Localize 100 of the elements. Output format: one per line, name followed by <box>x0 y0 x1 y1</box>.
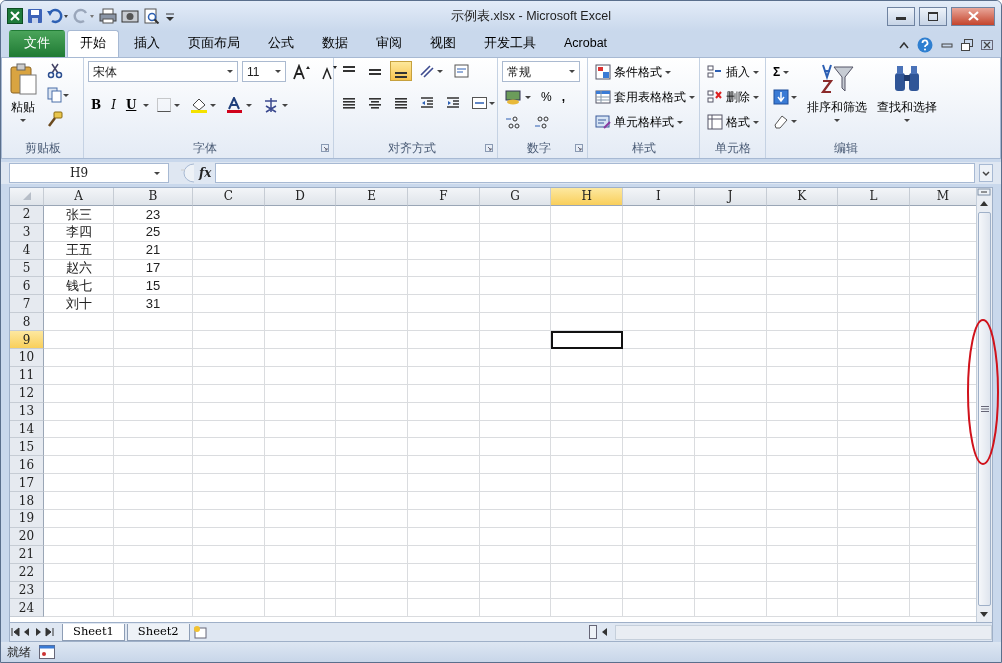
cells-menu-button[interactable]: 删除 <box>704 86 762 108</box>
column-header[interactable]: K <box>766 188 839 206</box>
ribbon-tab[interactable]: 数据 <box>309 30 361 57</box>
print-preview-icon[interactable] <box>143 8 161 24</box>
style-menu-button[interactable]: 单元格样式 <box>592 111 698 133</box>
restore-workbook-icon[interactable] <box>961 39 973 51</box>
decrease-indent-icon[interactable] <box>419 95 435 111</box>
increase-indent-icon[interactable] <box>445 95 461 111</box>
column-header[interactable]: C <box>193 188 265 206</box>
fill-color-icon[interactable] <box>190 97 217 113</box>
copy-icon[interactable] <box>47 87 69 103</box>
expand-formula-bar-icon[interactable] <box>979 164 993 182</box>
cells-menu-button[interactable]: 格式 <box>704 111 762 133</box>
shrink-font-icon[interactable] <box>321 63 337 80</box>
style-menu-button[interactable]: 条件格式 <box>592 61 698 83</box>
bold-button[interactable]: B <box>88 94 105 116</box>
minimize-workbook-icon[interactable] <box>941 40 953 50</box>
increase-decimal-icon[interactable] <box>505 114 523 130</box>
ribbon-tab[interactable]: Acrobat <box>551 30 621 57</box>
ribbon-tab[interactable]: 插入 <box>121 30 173 57</box>
row-header[interactable]: 24 <box>10 599 44 618</box>
active-cell[interactable] <box>551 331 624 349</box>
minimize-button[interactable] <box>887 6 915 26</box>
excel-logo-icon[interactable] <box>7 8 23 24</box>
ribbon-tab[interactable]: 公式 <box>255 30 307 57</box>
column-header[interactable]: H <box>551 188 624 206</box>
row-header[interactable]: 16 <box>10 456 44 475</box>
grow-font-icon[interactable] <box>293 63 311 80</box>
column-header[interactable]: F <box>408 188 480 206</box>
row-header[interactable]: 18 <box>10 492 44 511</box>
column-header[interactable]: D <box>264 188 337 206</box>
printer-icon[interactable] <box>99 8 117 24</box>
column-header[interactable]: I <box>623 188 695 206</box>
autosum-button[interactable]: Σ <box>770 61 800 83</box>
find-select-button[interactable]: 查找和选择 <box>874 61 940 138</box>
italic-button[interactable]: I <box>108 94 119 116</box>
column-header[interactable]: L <box>838 188 910 206</box>
formula-input[interactable] <box>215 163 975 183</box>
dialog-launcher-icon[interactable] <box>321 144 329 152</box>
align-right-icon[interactable] <box>393 95 409 111</box>
comma-button[interactable]: , <box>558 86 568 108</box>
name-box[interactable]: H9 <box>9 163 169 183</box>
paste-button[interactable]: 粘贴 <box>6 61 40 138</box>
insert-function-button[interactable]: fx <box>199 164 212 182</box>
column-header[interactable]: B <box>114 188 193 206</box>
phonetic-guide-icon[interactable] <box>262 96 289 114</box>
row-header[interactable]: 9 <box>10 331 44 349</box>
font-name-dropdown[interactable]: 宋体 <box>88 61 238 82</box>
collapse-ribbon-icon[interactable] <box>899 41 909 49</box>
number-format-dropdown[interactable]: 常规 <box>502 61 580 82</box>
text-orientation-icon[interactable] <box>419 63 443 79</box>
sheet-tab[interactable]: Sheet2 <box>126 623 190 641</box>
font-color-icon[interactable] <box>226 97 253 113</box>
dialog-launcher-icon[interactable] <box>575 144 583 152</box>
undo-icon[interactable] <box>47 8 69 24</box>
style-menu-button[interactable]: 套用表格格式 <box>592 86 698 108</box>
maximize-button[interactable] <box>919 6 947 26</box>
row-header[interactable]: 8 <box>10 313 44 332</box>
ribbon-tab[interactable]: 审阅 <box>363 30 415 57</box>
column-header[interactable]: J <box>694 188 767 206</box>
file-tab[interactable]: 文件 <box>9 30 65 57</box>
percent-button[interactable]: % <box>538 86 555 108</box>
merge-cells-icon[interactable] <box>471 95 495 111</box>
row-header[interactable]: 19 <box>10 510 44 528</box>
split-handle-icon[interactable] <box>977 188 991 196</box>
currency-icon[interactable] <box>505 89 531 105</box>
fill-down-icon[interactable] <box>773 89 797 105</box>
row-header[interactable]: 7 <box>10 295 44 314</box>
column-header[interactable]: E <box>336 188 409 206</box>
save-icon[interactable] <box>27 8 43 24</box>
brush-icon[interactable] <box>47 111 63 127</box>
sheet-tab[interactable]: Sheet1 <box>62 623 125 641</box>
cells-menu-button[interactable]: 插入 <box>704 61 762 83</box>
ribbon-tab[interactable]: 视图 <box>417 30 469 57</box>
align-left-icon[interactable] <box>341 95 357 111</box>
row-header[interactable]: 17 <box>10 474 44 493</box>
row-header[interactable]: 15 <box>10 438 44 457</box>
camera-icon[interactable] <box>121 8 139 24</box>
close-workbook-icon[interactable] <box>981 40 993 50</box>
help-icon[interactable] <box>917 37 933 53</box>
ribbon-tab[interactable]: 开发工具 <box>471 30 549 57</box>
align-center-icon[interactable] <box>367 95 383 111</box>
font-size-dropdown[interactable]: 11 <box>242 61 286 82</box>
column-header[interactable]: M <box>909 188 976 206</box>
row-header[interactable]: 6 <box>10 277 44 296</box>
dialog-launcher-icon[interactable] <box>485 144 493 152</box>
row-header[interactable]: 10 <box>10 349 44 367</box>
underline-button[interactable]: U <box>122 94 140 116</box>
column-header[interactable]: A <box>44 188 114 206</box>
horizontal-scrollbar[interactable] <box>614 624 992 640</box>
ribbon-tab[interactable]: 页面布局 <box>175 30 253 57</box>
decrease-decimal-icon[interactable] <box>533 114 551 130</box>
borders-icon[interactable] <box>156 97 181 113</box>
tab-split-handle-icon[interactable] <box>588 625 597 639</box>
scissors-icon[interactable] <box>47 63 63 79</box>
eraser-icon[interactable] <box>773 113 797 129</box>
close-button[interactable] <box>951 6 995 26</box>
column-header[interactable]: G <box>479 188 552 206</box>
sort-filter-button[interactable]: 排序和筛选 <box>804 61 870 138</box>
ribbon-tab[interactable]: 开始 <box>67 30 119 57</box>
